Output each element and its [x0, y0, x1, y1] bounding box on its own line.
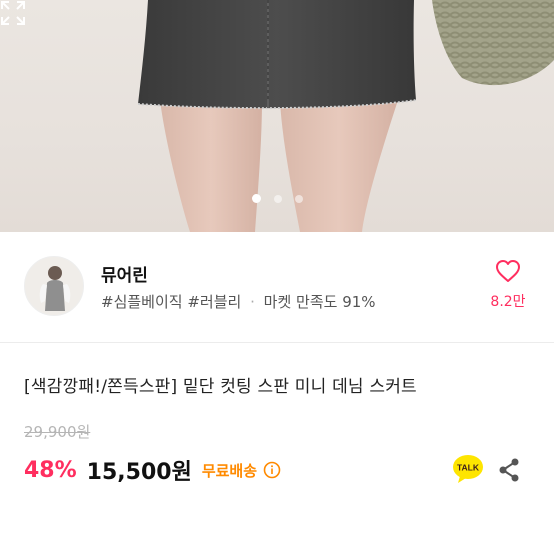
sale-price: 15,500원 — [86, 460, 192, 485]
fullscreen-expand-icon[interactable] — [0, 0, 26, 26]
talk-label: TALK — [457, 463, 480, 473]
carousel-indicator — [0, 193, 554, 205]
share-icon[interactable] — [497, 457, 521, 483]
carousel-dot[interactable] — [294, 195, 303, 203]
store-satisfaction: 마켓 만족도 91% — [263, 293, 376, 311]
carousel-dot[interactable] — [251, 194, 261, 203]
store-meta: #심플베이직 #러블리 · 마켓 만족도 91% — [101, 291, 376, 312]
discount-rate: 48% — [24, 457, 77, 483]
heart-icon — [496, 260, 520, 282]
info-icon[interactable] — [263, 461, 281, 479]
avatar-image — [25, 257, 83, 315]
price-row: 48% 15,500원 무료배송 — [24, 452, 281, 488]
meta-separator: · — [250, 293, 255, 311]
like-count: 8.2만 — [490, 294, 526, 310]
like-button[interactable]: 8.2만 — [486, 259, 530, 313]
section-divider — [0, 342, 554, 343]
kakaotalk-share-icon[interactable]: TALK — [452, 454, 484, 484]
carousel-dot[interactable] — [273, 195, 282, 203]
store-info: 뮤어린 #심플베이직 #러블리 · 마켓 만족도 91% 8.2만 — [0, 232, 554, 342]
free-shipping-label: 무료배송 — [201, 461, 258, 480]
original-price: 29,900원 — [24, 423, 91, 441]
store-tags[interactable]: #심플베이직 #러블리 — [101, 293, 241, 311]
store-avatar[interactable] — [24, 256, 84, 316]
product-image-carousel[interactable] — [0, 0, 554, 232]
store-name[interactable]: 뮤어린 — [101, 261, 148, 286]
product-title: [색감깡패!/쫀득스판] 밑단 컷팅 스판 미니 데님 스커트 — [24, 377, 417, 397]
